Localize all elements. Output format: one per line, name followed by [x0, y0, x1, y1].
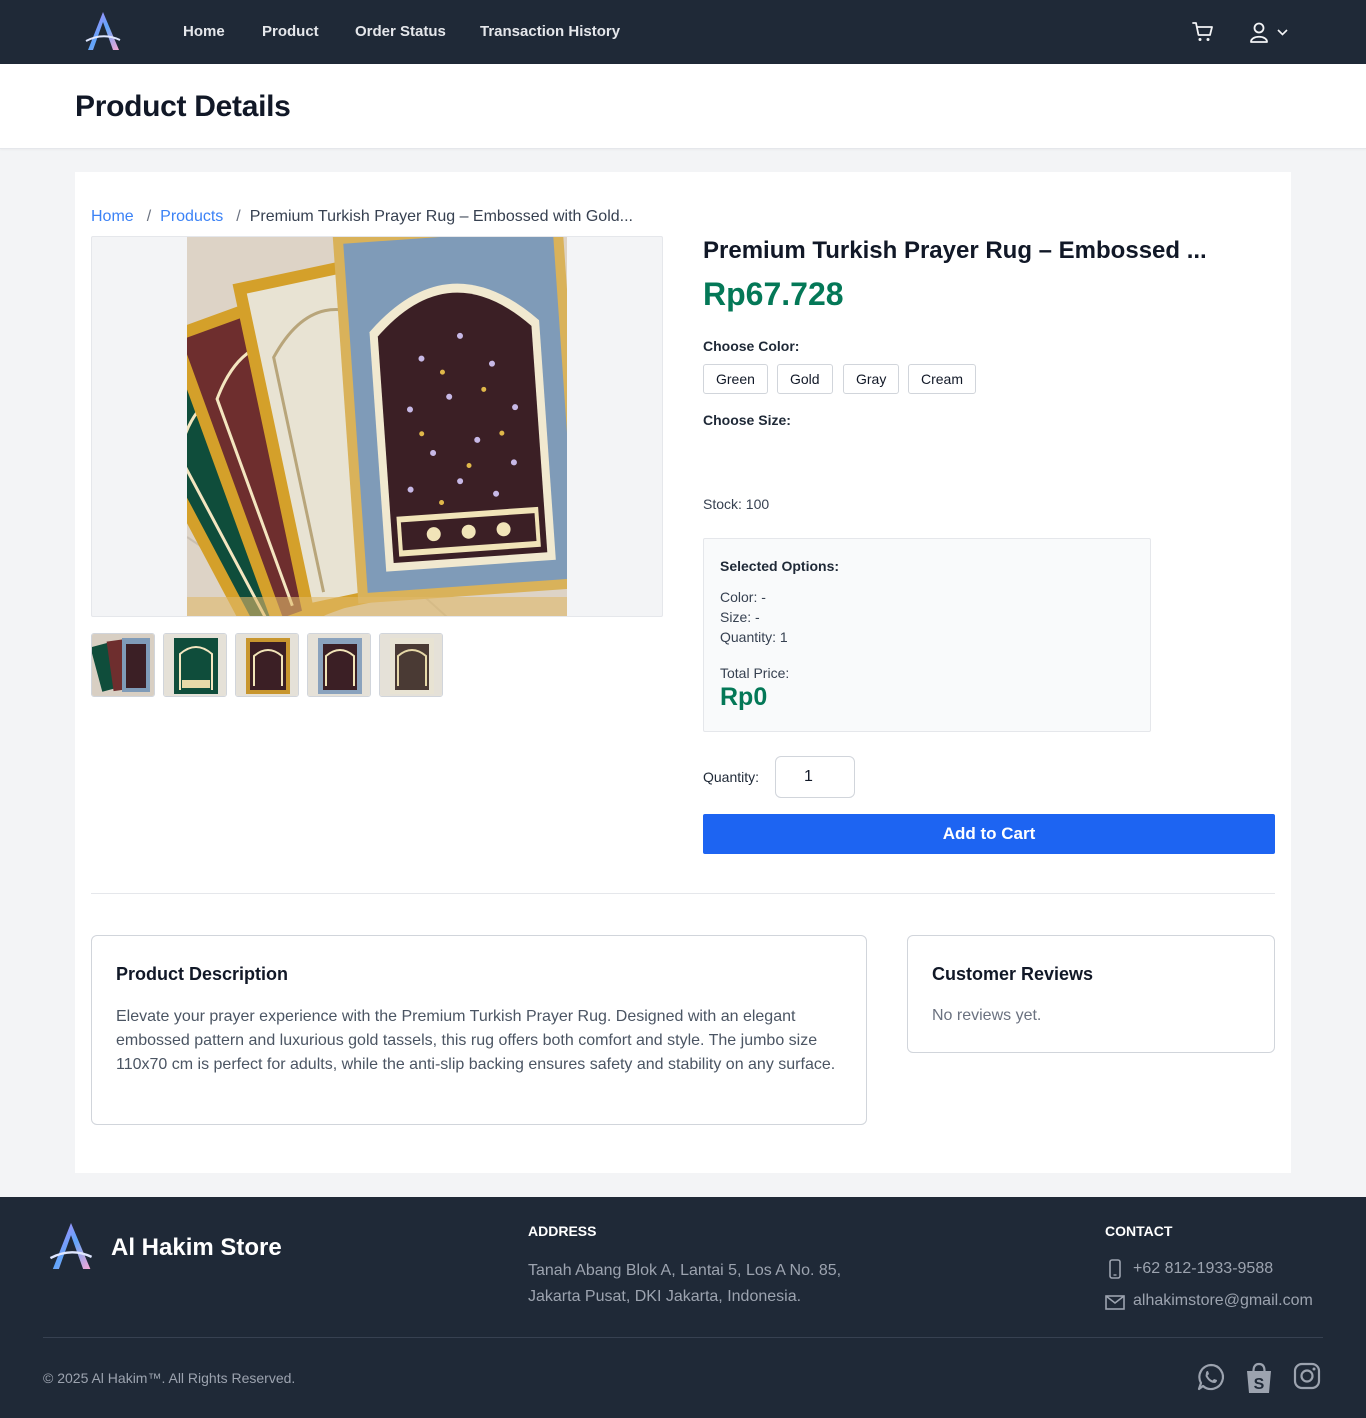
- top-navbar: Home Product Order Status Transaction Hi…: [0, 0, 1366, 64]
- add-to-cart-button[interactable]: Add to Cart: [703, 814, 1275, 854]
- phone-icon: [1109, 1259, 1121, 1279]
- logo-icon[interactable]: [84, 10, 122, 52]
- thumbnail[interactable]: [163, 633, 227, 697]
- color-option-green[interactable]: Green: [703, 364, 768, 394]
- selected-quantity: Quantity: 1: [720, 629, 788, 645]
- total-price-value: Rp0: [720, 683, 768, 711]
- quantity-input[interactable]: [775, 756, 855, 798]
- total-price-label: Total Price:: [720, 665, 790, 681]
- instagram-icon[interactable]: [1293, 1362, 1321, 1390]
- selected-options-panel: Selected Options: Color: - Size: - Quant…: [703, 538, 1151, 732]
- footer-logo-icon: [49, 1223, 93, 1269]
- size-label: Choose Size:: [703, 412, 791, 428]
- user-icon[interactable]: [1248, 20, 1288, 44]
- description-title: Product Description: [116, 964, 289, 984]
- copyright-text: © 2025 Al Hakim™. All Rights Reserved.: [43, 1370, 296, 1386]
- stock-count: Stock: 100: [703, 496, 770, 512]
- color-option-gray[interactable]: Gray: [843, 364, 900, 394]
- contact-heading: CONTACT: [1105, 1223, 1173, 1239]
- page-header: Product Details: [0, 64, 1366, 149]
- breadcrumb-current: Premium Turkish Prayer Rug – Embossed wi…: [249, 208, 633, 225]
- footer: Al Hakim Store ADDRESS Tanah Abang Blok …: [0, 1197, 1366, 1418]
- breadcrumb-home[interactable]: Home: [91, 208, 134, 225]
- footer-divider: [43, 1337, 1323, 1338]
- svg-text:S: S: [1254, 1376, 1265, 1393]
- address-heading: ADDRESS: [528, 1223, 597, 1239]
- breadcrumb-products[interactable]: Products: [160, 208, 223, 225]
- nav-product[interactable]: Product: [262, 23, 319, 41]
- prayer-rug-image: [187, 237, 567, 616]
- selected-size: Size: -: [720, 609, 760, 625]
- selected-color: Color: -: [720, 589, 766, 605]
- breadcrumb-separator: /: [146, 208, 152, 225]
- thumbnail[interactable]: [91, 633, 155, 697]
- thumbnail[interactable]: [235, 633, 299, 697]
- description-text: Elevate your prayer experience with the …: [116, 1008, 836, 1073]
- contact-phone[interactable]: +62 812-1933-9588: [1133, 1260, 1273, 1278]
- selected-options-title: Selected Options:: [720, 558, 840, 574]
- reviews-title: Customer Reviews: [932, 964, 1094, 984]
- cart-icon[interactable]: [1191, 20, 1215, 44]
- contact-email[interactable]: alhakimstore@gmail.com: [1133, 1292, 1313, 1310]
- thumbnail[interactable]: [379, 633, 443, 697]
- whatsapp-icon[interactable]: [1196, 1362, 1226, 1392]
- no-reviews-text: No reviews yet.: [932, 1007, 1042, 1024]
- breadcrumb: Home / Products / Premium Turkish Prayer Rug…: [91, 207, 633, 227]
- email-icon: [1105, 1295, 1125, 1310]
- customer-reviews-card: Customer Reviews No reviews yet.: [907, 935, 1275, 1053]
- breadcrumb-separator: /: [236, 208, 241, 225]
- nav-transaction-history[interactable]: Transaction History: [480, 23, 620, 41]
- address-text: Tanah Abang Blok A, Lantai 5, Los A No. …: [528, 1262, 842, 1305]
- section-divider: [91, 893, 1275, 894]
- product-title: Premium Turkish Prayer Rug – Embossed ..…: [703, 237, 1207, 264]
- nav-order-status[interactable]: Order Status: [355, 23, 446, 41]
- color-option-gold[interactable]: Gold: [777, 364, 833, 394]
- product-card: Home / Products / Premium Turkish Prayer Rug…: [75, 172, 1291, 1173]
- color-option-cream[interactable]: Cream: [908, 364, 977, 394]
- thumbnail[interactable]: [307, 633, 371, 697]
- nav-home[interactable]: Home: [183, 23, 225, 41]
- shopee-icon[interactable]: S: [1244, 1362, 1274, 1394]
- footer-brand-name: Al Hakim Store: [111, 1234, 282, 1261]
- chevron-down-icon: [1277, 29, 1288, 36]
- color-label: Choose Color:: [703, 338, 800, 354]
- quantity-label: Quantity:: [703, 769, 760, 785]
- product-price: Rp67.728: [703, 276, 844, 312]
- product-description-card: Product Description Elevate your prayer …: [91, 935, 867, 1125]
- page-title: Product Details: [75, 90, 291, 123]
- product-main-image: [91, 236, 663, 617]
